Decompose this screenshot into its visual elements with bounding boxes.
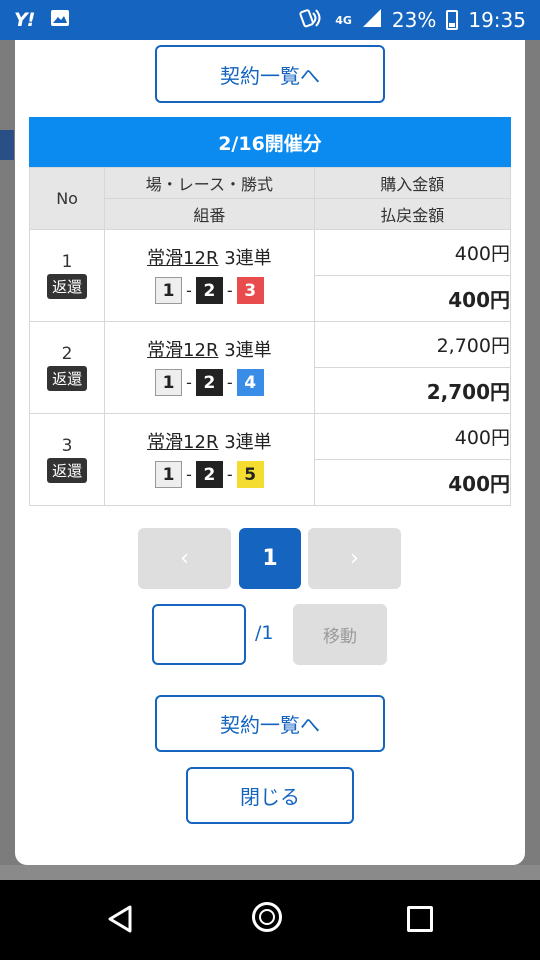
battery-icon (446, 10, 459, 30)
bets-table: No 場・レース・勝式 購入金額 組番 払戻金額 1 返還 常滑12R 3連単 … (28, 167, 512, 506)
row-no-cell: 3 返還 (28, 413, 106, 506)
row-number: 1 (61, 252, 73, 272)
bet-type: 3連単 (224, 339, 272, 361)
race-cell: 常滑12R 3連単 1 - 2 - 3 (104, 229, 315, 322)
combination: 1 - 2 - 4 (105, 366, 313, 400)
nfc-icon (299, 7, 325, 34)
row-no-cell: 2 返還 (28, 321, 106, 414)
header-combination: 組番 (104, 198, 315, 230)
table-header-row: No 場・レース・勝式 購入金額 (28, 167, 512, 230)
table-row: 1 返還 常滑12R 3連単 1 - 2 - 3 400円 (28, 229, 512, 322)
race-name: 常滑12R 3連単 (105, 428, 313, 458)
refund-badge: 返還 (47, 366, 88, 391)
refund-badge: 返還 (47, 274, 88, 299)
signal-icon (362, 8, 382, 33)
refund-badge: 返還 (47, 458, 88, 483)
boat-number: 1 (155, 369, 183, 396)
header-purchase: 購入金額 (313, 167, 512, 199)
pager-prev-button[interactable]: ‹ (138, 528, 231, 589)
background-strip (0, 865, 540, 880)
table-row: 2 返還 常滑12R 3連単 1 - 2 - 4 2,700円 (28, 321, 512, 414)
boat-number: 2 (195, 277, 223, 304)
image-icon (50, 8, 70, 33)
header-race-info: 場・レース・勝式 (104, 167, 315, 199)
back-icon[interactable] (105, 904, 135, 938)
status-bar: Y! 4G 23% 19:35 (0, 0, 540, 40)
clock: 19:35 (468, 8, 526, 32)
boat-number: 3 (236, 277, 264, 304)
payout-amount: 2,700円 (313, 367, 512, 414)
race-name: 常滑12R 3連単 (105, 244, 313, 274)
venue-link[interactable]: 常滑12R (147, 340, 218, 361)
table-row: 3 返還 常滑12R 3連単 1 - 2 - 5 400円 (28, 413, 512, 506)
purchase-amount: 2,700円 (313, 321, 512, 368)
bet-type: 3連単 (224, 431, 272, 453)
background-element (0, 130, 14, 160)
contract-list-button-bottom[interactable]: 契約一覧へ (155, 695, 385, 752)
race-cell: 常滑12R 3連単 1 - 2 - 5 (104, 413, 315, 506)
header-no: No (28, 167, 106, 230)
pager-page-1[interactable]: 1 (239, 528, 301, 589)
pager-next-button[interactable]: › (308, 528, 401, 589)
recent-apps-icon[interactable] (407, 906, 433, 932)
boat-number: 2 (195, 369, 223, 396)
close-button[interactable]: 閉じる (186, 767, 354, 824)
payout-amount: 400円 (313, 275, 512, 322)
battery-percent: 23% (391, 8, 437, 32)
venue-link[interactable]: 常滑12R (147, 432, 218, 453)
boat-number: 1 (155, 277, 183, 304)
combination: 1 - 2 - 5 (105, 458, 313, 492)
network-label: 4G (335, 13, 352, 27)
boat-number: 5 (236, 461, 264, 488)
row-number: 3 (61, 436, 73, 456)
race-cell: 常滑12R 3連単 1 - 2 - 4 (104, 321, 315, 414)
race-name: 常滑12R 3連単 (105, 336, 313, 366)
header-payout: 払戻金額 (313, 198, 512, 230)
move-button[interactable]: 移動 (293, 604, 387, 665)
yahoo-logo: Y! (14, 9, 35, 31)
combination: 1 - 2 - 3 (105, 274, 313, 308)
boat-number: 2 (195, 461, 223, 488)
bet-history-modal: 契約一覧へ 2/16開催分 No 場・レース・勝式 購入金額 組番 払戻金額 1… (15, 40, 525, 865)
status-left: Y! (14, 8, 70, 33)
row-number: 2 (61, 344, 73, 364)
row-no-cell: 1 返還 (28, 229, 106, 322)
venue-link[interactable]: 常滑12R (147, 248, 218, 269)
home-icon[interactable] (252, 902, 282, 932)
purchase-amount: 400円 (313, 229, 512, 276)
navigation-bar (0, 880, 540, 960)
bet-type: 3連単 (224, 247, 272, 269)
boat-number: 1 (155, 461, 183, 488)
status-right: 4G 23% 19:35 (299, 7, 526, 34)
contract-list-button-top[interactable]: 契約一覧へ (155, 45, 385, 103)
table-title: 2/16開催分 (29, 117, 511, 167)
page-total: /1 (255, 622, 274, 644)
page-number-input[interactable] (152, 604, 246, 665)
purchase-amount: 400円 (313, 413, 512, 460)
boat-number: 4 (236, 369, 264, 396)
payout-amount: 400円 (313, 459, 512, 506)
